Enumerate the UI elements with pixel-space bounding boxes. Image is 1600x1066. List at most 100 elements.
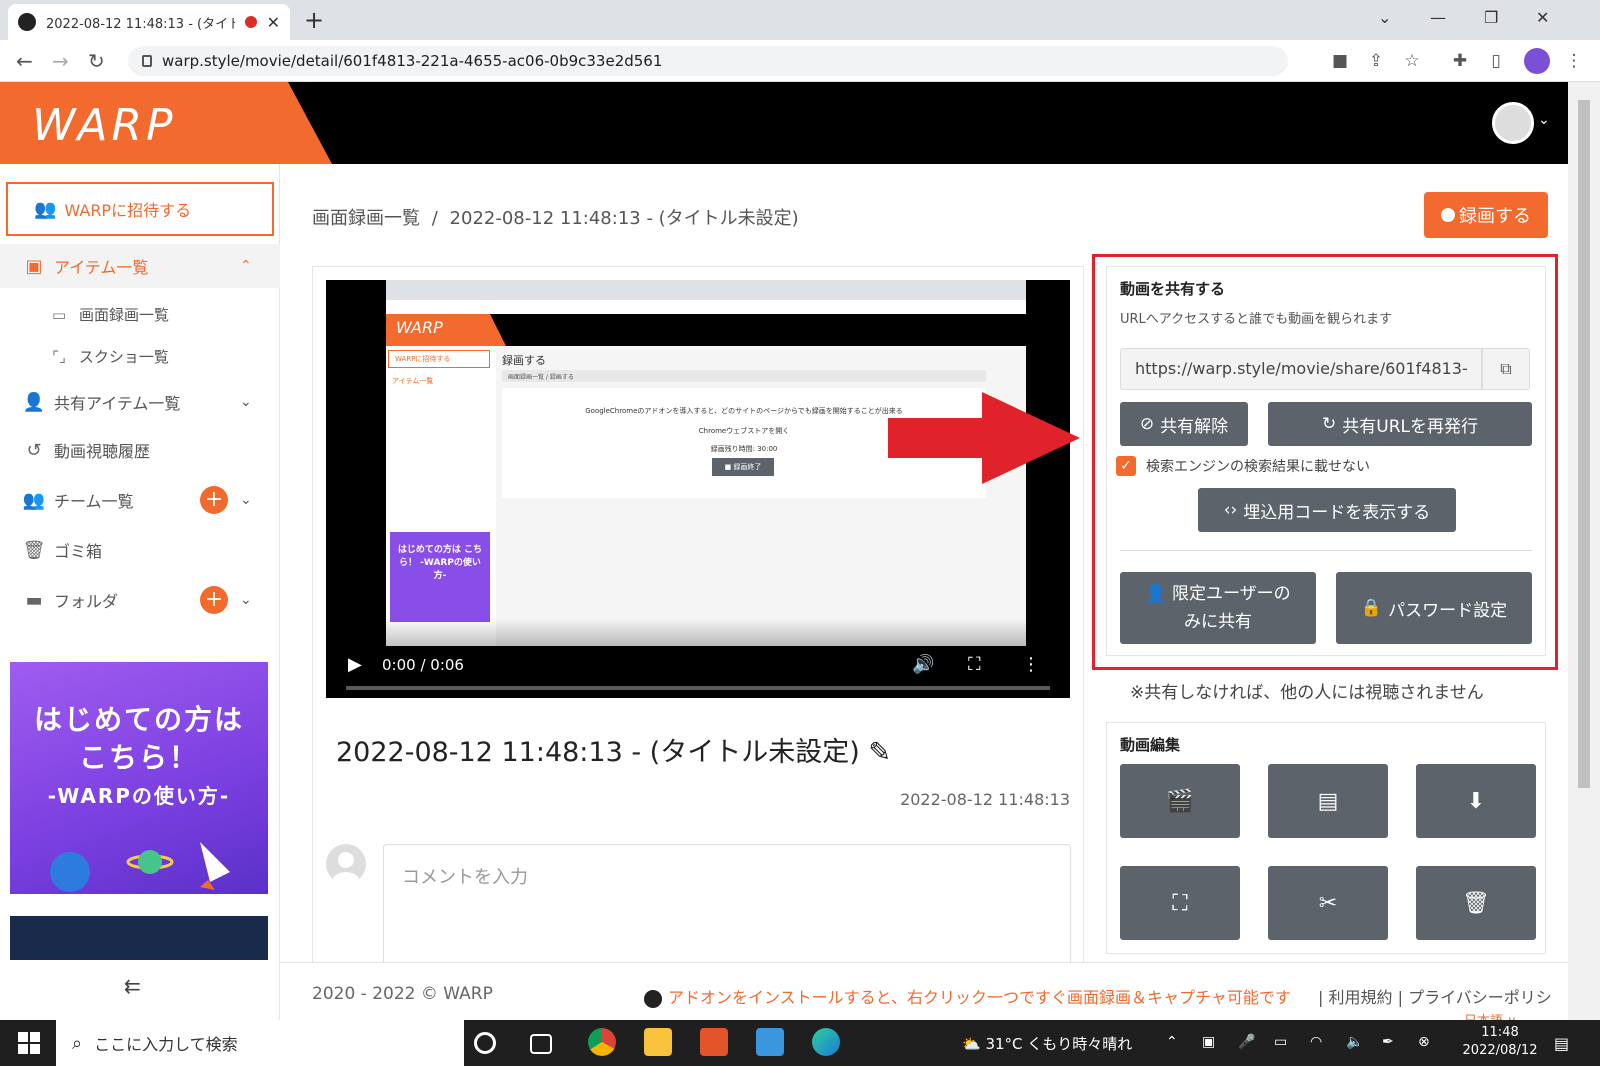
chevron-down-icon[interactable]: ⌄ — [1538, 112, 1550, 128]
crop-button[interactable]: ⛶ — [1120, 866, 1240, 940]
chevron-down-icon[interactable]: ⌄ — [240, 492, 252, 508]
taskbar-search[interactable]: ⌕ ここに入力して検索 — [56, 1020, 464, 1066]
record-dot-icon — [1441, 208, 1455, 222]
speaker-icon[interactable]: 🔈 — [1346, 1034, 1363, 1050]
battery-icon[interactable]: ▭ — [1274, 1034, 1287, 1050]
chrome-icon[interactable] — [588, 1028, 616, 1056]
record-button[interactable]: 録画する — [1424, 192, 1548, 238]
task-view-icon[interactable] — [530, 1034, 552, 1054]
cut-button[interactable]: ✂ — [1268, 866, 1388, 940]
share-url-field[interactable]: https://warp.style/movie/share/601f4813- — [1120, 348, 1482, 390]
subtitles-button[interactable]: ▤ — [1268, 764, 1388, 838]
cortana-icon[interactable] — [474, 1032, 496, 1054]
addon-install-link[interactable]: アドオンをインストールすると、右クリック一つですぐ画面録画＆キャプチャ可能です — [644, 984, 1291, 1008]
store-icon[interactable] — [756, 1028, 784, 1056]
user-avatar[interactable] — [1492, 102, 1534, 144]
camera-icon[interactable]: ■ — [1330, 51, 1350, 71]
edge-icon[interactable] — [812, 1028, 840, 1056]
trash-icon: 🗑 — [1462, 890, 1490, 916]
subtitles-icon: ▤ — [1317, 788, 1339, 814]
chevron-up-icon[interactable]: ⌃ — [240, 258, 252, 274]
browser-profile-avatar[interactable] — [1524, 48, 1550, 74]
no-sync-icon[interactable]: ⊗ — [1418, 1034, 1430, 1050]
addon-message: アドオンをインストールすると、右クリック一つですぐ画面録画＆キャプチャ可能です — [668, 988, 1291, 1007]
collapse-sidebar-icon[interactable]: ⇇ — [124, 974, 141, 998]
sidebar-item-items[interactable]: ▣ アイテム一覧 — [0, 244, 280, 288]
terms-link[interactable]: 利用規約 — [1328, 988, 1392, 1007]
url-bar[interactable]: warp.style/movie/detail/601f4813-221a-46… — [128, 46, 1288, 76]
clapper-edit-button[interactable]: 🎬 — [1120, 764, 1240, 838]
weather-widget[interactable]: ⛅ 31°C くもり時々晴れ — [962, 1033, 1132, 1054]
video-title-text: 2022-08-12 11:48:13 - (タイトル未設定) — [336, 737, 860, 768]
windows-start-icon[interactable] — [18, 1032, 40, 1054]
invite-button[interactable]: 👥 WARPに招待する — [6, 182, 274, 236]
sidebar-item-history[interactable]: ↺ 動画視聴履歴 — [0, 428, 280, 472]
file-explorer-icon[interactable] — [644, 1028, 672, 1056]
menu-dots-icon[interactable]: ⋮ — [1564, 51, 1584, 71]
embed-code-button[interactable]: ‹› 埋込用コードを表示する — [1198, 488, 1456, 532]
notification-icon[interactable]: ▤ — [1554, 1034, 1569, 1053]
tray-chevron-up-icon[interactable]: ⌃ — [1166, 1034, 1178, 1050]
forward-icon[interactable]: → — [52, 49, 69, 73]
add-folder-icon[interactable]: + — [200, 586, 228, 614]
video-player[interactable]: WARP WARPに招待する アイテム一覧 はじめての方は こちら！ -WARP… — [326, 280, 1070, 698]
edit-pencil-icon[interactable]: ✎ — [868, 737, 891, 768]
trash-icon: 🗑 — [22, 539, 46, 561]
sidebar-item-label: 動画視聴履歴 — [54, 442, 151, 461]
reload-icon[interactable]: ↻ — [88, 49, 105, 73]
close-window-icon[interactable]: ✕ — [1536, 8, 1549, 27]
unshare-button[interactable]: ⊘ 共有解除 — [1120, 402, 1248, 446]
side-panel-icon[interactable]: ▯ — [1486, 51, 1506, 71]
getting-started-banner[interactable]: はじめての方は こちら！ -WARPの使い方- — [10, 662, 268, 894]
promo-line2: こちら！ — [78, 741, 199, 774]
more-options-icon[interactable]: ⋮ — [1022, 654, 1040, 675]
restore-icon[interactable]: ❐ — [1484, 8, 1498, 27]
video-title[interactable]: 2022-08-12 11:48:13 - (タイトル未設定) ✎ — [336, 730, 891, 769]
microphone-icon[interactable]: 🎤 — [1238, 1034, 1255, 1050]
minimize-icon[interactable]: — — [1430, 8, 1446, 27]
sidebar-item-recordings[interactable]: ▭ 画面録画一覧 — [52, 304, 169, 325]
privacy-link[interactable]: プライバシーポリシ — [1408, 988, 1552, 1007]
sidebar-item-folders[interactable]: ▬ フォルダ — [0, 578, 280, 622]
scrollbar-thumb[interactable] — [1578, 100, 1590, 788]
volume-icon[interactable]: 🔊 — [912, 654, 934, 675]
limited-share-button[interactable]: 👤 限定ユーザーの みに共有 — [1120, 572, 1316, 644]
sidebar-item-trash[interactable]: 🗑 ゴミ箱 — [0, 528, 280, 572]
new-tab-icon[interactable]: + — [304, 6, 324, 34]
sidebar-item-teams[interactable]: 👥 チーム一覧 — [0, 478, 280, 522]
breadcrumb-separator: / — [431, 208, 438, 229]
breadcrumb-parent[interactable]: 画面録画一覧 — [312, 208, 420, 229]
breadcrumb-current: 2022-08-12 11:48:13 - (タイトル未設定) — [449, 208, 799, 229]
sidebar-item-shared[interactable]: 👤 共有アイテム一覧 — [0, 380, 280, 424]
promo-banner-2[interactable] — [10, 916, 268, 960]
address-bar-row: ← → ↻ warp.style/movie/detail/601f4813-2… — [0, 40, 1600, 82]
reissue-url-button[interactable]: ↻ 共有URLを再発行 — [1268, 402, 1532, 446]
seo-checkbox[interactable]: ✓ — [1116, 456, 1136, 476]
delete-button[interactable]: 🗑 — [1416, 866, 1536, 940]
password-button[interactable]: 🔒 パスワード設定 — [1336, 572, 1532, 644]
download-button[interactable]: ⬇ — [1416, 764, 1536, 838]
share-icon[interactable]: ⇪ — [1366, 51, 1386, 71]
office-icon[interactable] — [700, 1028, 728, 1056]
chevron-down-icon[interactable]: ⌄ — [240, 394, 252, 410]
bookmark-star-icon[interactable]: ☆ — [1402, 51, 1422, 71]
close-tab-icon[interactable]: ✕ — [267, 13, 280, 32]
warp-logo[interactable]: WARP — [32, 100, 177, 151]
video-progress-track[interactable] — [346, 686, 1050, 690]
add-team-icon[interactable]: + — [200, 486, 228, 514]
limited-share-text1: 限定ユーザーの — [1171, 584, 1291, 604]
tab-search-chevron-icon[interactable]: ⌄ — [1378, 8, 1391, 27]
play-icon[interactable]: ▶ — [348, 654, 362, 675]
pen-icon[interactable]: ✒ — [1382, 1034, 1394, 1050]
fullscreen-icon[interactable]: ⛶ — [968, 654, 981, 675]
meet-icon[interactable]: ▣ — [1202, 1034, 1215, 1050]
wifi-icon[interactable]: ◠ — [1310, 1034, 1322, 1050]
chevron-down-icon[interactable]: ⌄ — [240, 592, 252, 608]
extensions-icon[interactable]: ✚ — [1450, 51, 1470, 71]
copy-url-button[interactable]: ⧉ — [1482, 348, 1530, 390]
browser-tab[interactable]: 2022-08-12 11:48:13 - (タイト ✕ — [8, 4, 290, 40]
sidebar-item-screenshots[interactable]: ⌜⌟ スクショ一覧 — [52, 346, 169, 367]
back-icon[interactable]: ← — [16, 49, 33, 73]
comment-input[interactable]: コメントを入力 — [383, 844, 1071, 974]
taskbar-clock[interactable]: 11:48 2022/08/12 — [1458, 1024, 1542, 1060]
